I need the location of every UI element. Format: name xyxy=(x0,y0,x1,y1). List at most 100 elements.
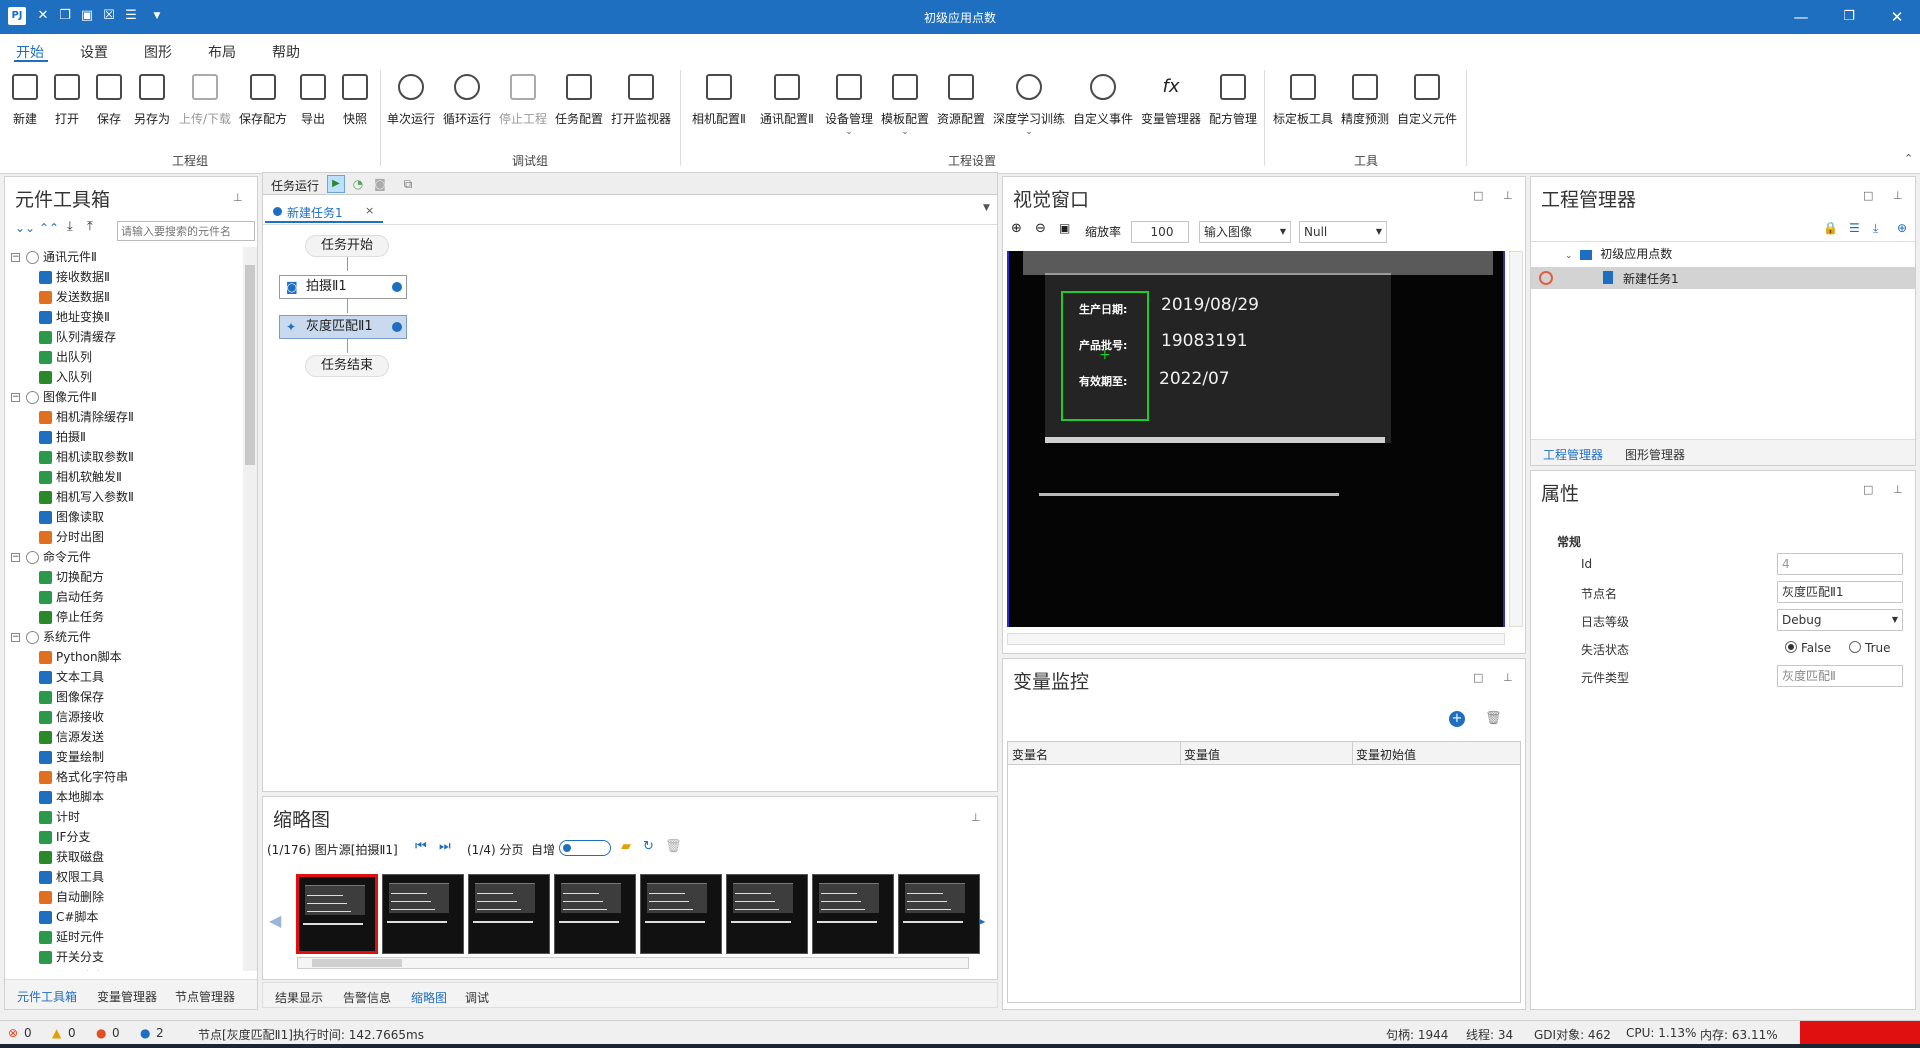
tab-toolbox[interactable]: 元件工具箱 xyxy=(17,988,77,1005)
toolbox-item[interactable]: 开关分支 xyxy=(39,947,104,967)
export-button[interactable]: 导出 xyxy=(298,74,328,154)
run-task-button[interactable]: ▶ xyxy=(327,175,345,193)
add-icon[interactable]: ⊕ xyxy=(1897,221,1907,235)
project-tree-root[interactable]: ⌄ 初级应用点数 xyxy=(1565,245,1672,262)
custom-element-button[interactable]: 自定义元件 xyxy=(1396,74,1458,154)
save-recipe-button[interactable]: 保存配方 xyxy=(238,74,288,154)
upload-download-button[interactable]: 上传/下载 xyxy=(178,74,232,154)
lock-icon[interactable]: 🔒 xyxy=(1823,221,1838,235)
maximize-icon[interactable]: □ xyxy=(1863,483,1873,496)
save-button[interactable]: 保存 xyxy=(94,74,124,154)
pin-icon[interactable]: ⊥ xyxy=(971,811,981,824)
collapse-toggle-icon[interactable]: − xyxy=(11,393,20,402)
tab-thumbnails[interactable]: 缩略图 xyxy=(411,989,447,1006)
toolbox-item[interactable]: 相机软触发Ⅱ xyxy=(39,467,122,487)
thumbnail-item[interactable] xyxy=(812,874,894,954)
id-field[interactable]: 4 xyxy=(1777,553,1903,575)
image-select[interactable]: 输入图像 ▼ xyxy=(1199,221,1291,243)
toolbox-category[interactable]: − 命令元件 xyxy=(11,547,91,567)
auto-increment-toggle[interactable] xyxy=(559,840,611,856)
toolbox-item[interactable]: 分时出图 xyxy=(39,527,104,547)
toolbox-item[interactable]: 获取磁盘 xyxy=(39,847,104,867)
trash-icon[interactable]: 🗑 xyxy=(665,839,682,854)
project-tree-task-row[interactable]: 新建任务1 xyxy=(1531,267,1915,289)
maximize-icon[interactable]: □ xyxy=(1473,189,1483,202)
scroll-left-icon[interactable]: ◀ xyxy=(269,911,281,930)
thumbnail-hscroll[interactable] xyxy=(297,957,969,969)
toolbox-item[interactable]: 文本工具 xyxy=(39,667,104,687)
toolbox-item[interactable]: 权限工具 xyxy=(39,867,104,887)
recipe-manage-button[interactable]: 配方管理 xyxy=(1208,74,1258,154)
tab-debug[interactable]: 调试 xyxy=(465,989,489,1006)
pin-icon[interactable]: ⊥ xyxy=(1503,671,1513,684)
thumbnail-item[interactable] xyxy=(296,874,378,954)
stop-project-button[interactable]: 停止工程 xyxy=(498,74,548,154)
tab-alarms[interactable]: 告警信息 xyxy=(343,989,391,1006)
toolbox-item[interactable]: C#脚本 xyxy=(39,907,98,927)
custom-event-button[interactable]: 自定义事件 xyxy=(1072,74,1134,154)
toolbox-item[interactable]: 延时元件 xyxy=(39,927,104,947)
toolbox-item[interactable]: 图像保存 xyxy=(39,687,104,707)
toolbox-item[interactable]: 拍摄Ⅱ xyxy=(39,427,86,447)
tab-variable-manager[interactable]: 变量管理器 xyxy=(97,988,157,1005)
menu-tab-settings[interactable]: 设置 xyxy=(80,42,108,62)
collapse-all-icon[interactable]: ⌃⌃ xyxy=(39,221,59,235)
thumbnail-item[interactable] xyxy=(554,874,636,954)
tab-dropdown-icon[interactable]: ▼ xyxy=(983,203,990,213)
collapse-ribbon-icon[interactable]: ⌃ xyxy=(1904,152,1913,165)
menu-tab-layout[interactable]: 布局 xyxy=(208,42,236,62)
toolbox-item[interactable]: 启动任务 xyxy=(39,587,104,607)
log-level-select[interactable]: Debug ▼ xyxy=(1777,609,1903,631)
resource-config-button[interactable]: 资源配置 xyxy=(936,74,986,154)
tab-project-manager[interactable]: 工程管理器 xyxy=(1543,446,1603,463)
toolbox-category[interactable]: − 系统元件 xyxy=(11,627,91,647)
toolbox-category[interactable]: − 通讯元件Ⅱ xyxy=(11,247,97,267)
capture-node[interactable]: ◙ 拍摄Ⅱ1 xyxy=(279,275,407,299)
collapse-toggle-icon[interactable]: − xyxy=(11,253,20,262)
add-variable-button[interactable]: + xyxy=(1449,711,1465,727)
move-up-icon[interactable]: ⤒ xyxy=(87,219,93,234)
toolbox-item[interactable]: 地址变换Ⅱ xyxy=(39,307,110,327)
task-start-node[interactable]: 任务开始 xyxy=(305,235,389,257)
restore-button[interactable]: ❐ xyxy=(1826,0,1872,34)
radio-false[interactable] xyxy=(1785,641,1797,653)
toolbox-item[interactable]: 信源接收 xyxy=(39,707,104,727)
loop-task-icon[interactable]: ◔ xyxy=(349,175,367,193)
thumbnail-item[interactable] xyxy=(640,874,722,954)
toolbox-item[interactable]: 本地脚本 xyxy=(39,787,104,807)
thumbnail-item[interactable] xyxy=(726,874,808,954)
comm-config-button[interactable]: 通讯配置Ⅱ xyxy=(756,74,818,154)
image-canvas[interactable]: + 生产日期: 产品批号: 有效期至: 2019/08/29 19083191 … xyxy=(1007,251,1505,627)
null-select[interactable]: Null ▼ xyxy=(1299,221,1387,243)
maximize-icon[interactable]: □ xyxy=(1473,671,1483,684)
camera-config-button[interactable]: 相机配置Ⅱ xyxy=(688,74,750,154)
toolbox-scrollbar[interactable] xyxy=(243,247,257,971)
delete-variable-icon[interactable]: 🗑 xyxy=(1485,711,1502,726)
vision-hscroll[interactable] xyxy=(1007,633,1505,645)
toolbox-item[interactable]: 计时 xyxy=(39,807,80,827)
toolbox-item[interactable]: 信源发送 xyxy=(39,727,104,747)
thumbnail-item[interactable] xyxy=(382,874,464,954)
close-tab-icon[interactable]: × xyxy=(365,204,374,217)
thumbnail-item[interactable] xyxy=(898,874,980,954)
toolbox-item[interactable]: 相机清除缓存Ⅱ xyxy=(39,407,134,427)
maximize-icon[interactable]: □ xyxy=(1863,189,1873,202)
toolbox-item[interactable]: 图像读取 xyxy=(39,507,104,527)
fit-icon[interactable]: ▣ xyxy=(1059,221,1070,235)
precision-predict-button[interactable]: 精度预测 xyxy=(1340,74,1390,154)
open-monitor-button[interactable]: 打开监视器 xyxy=(610,74,672,154)
thumbnail-item[interactable] xyxy=(468,874,550,954)
loop-run-button[interactable]: 循环运行 xyxy=(442,74,492,154)
open-button[interactable]: 打开 xyxy=(52,74,82,154)
expand-all-icon[interactable]: ⌄⌄ xyxy=(15,221,35,235)
folder-icon[interactable]: ▰ xyxy=(621,839,631,854)
monitor-icon[interactable]: ⧉ xyxy=(399,175,417,193)
last-page-icon[interactable]: ⏭ xyxy=(439,839,451,854)
radio-true[interactable] xyxy=(1849,641,1861,653)
vision-vscroll[interactable] xyxy=(1509,251,1523,627)
toolbox-item[interactable]: 循环终止 xyxy=(39,967,104,971)
toolbox-item[interactable]: 入队列 xyxy=(39,367,92,387)
toolbox-search-input[interactable] xyxy=(117,221,255,241)
toolbox-item[interactable]: 格式化字符串 xyxy=(39,767,128,787)
scrollbar-thumb[interactable] xyxy=(245,265,255,465)
